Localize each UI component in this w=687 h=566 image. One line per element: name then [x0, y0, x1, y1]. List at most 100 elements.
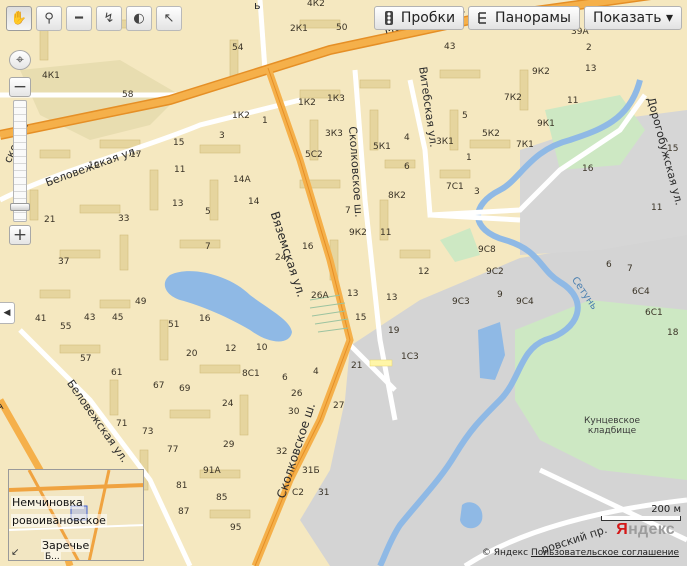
house-label: 8С1 — [242, 369, 260, 379]
house-label: 11 — [567, 96, 579, 106]
house-label: 14А — [233, 175, 251, 185]
house-label: 73 — [142, 427, 154, 437]
house-label: 6 — [606, 260, 612, 270]
house-label: 5 — [462, 111, 468, 121]
house-label: 4 — [313, 367, 319, 377]
house-label: 1 — [262, 116, 268, 126]
house-label: 1К3 — [327, 94, 345, 104]
house-label: 91А — [203, 466, 221, 476]
copyright: © Яндекс Пользовательское соглашение — [482, 548, 679, 558]
panorama-icon — [478, 12, 487, 24]
minimap[interactable]: Немчиновка ровоивановское Заречье Б... ↙ — [8, 469, 144, 561]
house-label: 20 — [186, 349, 198, 359]
minimap-label-nemchinovka: Немчиновка — [11, 496, 84, 509]
house-label: 31 — [318, 488, 330, 498]
house-label: С2 — [292, 488, 305, 498]
house-label: 11 — [651, 203, 663, 213]
house-label: 6С4 — [632, 287, 650, 297]
house-label: 50 — [336, 23, 348, 33]
house-label: 9С3 — [452, 297, 470, 307]
map-viewport[interactable]: 4К2 2К1 50 54 4К1 58 1К2 1К3 1К2 3 1 3К3… — [0, 0, 687, 566]
house-label: 11 — [380, 228, 392, 238]
house-label: 12 — [225, 344, 237, 354]
hand-icon[interactable]: ✋ — [6, 6, 32, 31]
house-label: 5К1 — [373, 142, 391, 152]
house-label: 9С2 — [486, 267, 504, 277]
house-label: 95 — [230, 523, 242, 533]
minimap-label-novoivanovskoe: ровоивановское — [11, 514, 107, 527]
panoramas-label: Панорамы — [495, 10, 571, 26]
compass-icon[interactable]: ⌖ — [9, 50, 31, 70]
house-label: 7К1 — [516, 140, 534, 150]
copyright-owner: © Яндекс — [481, 548, 529, 558]
house-label: 4К2 — [307, 0, 325, 9]
house-label: 18 — [667, 328, 679, 338]
house-label: 51 — [168, 320, 180, 330]
house-label: 26 — [291, 389, 303, 399]
scale-label: 200 м — [651, 504, 681, 515]
panoramas-button[interactable]: Панорамы — [468, 6, 580, 30]
globe-search-icon[interactable]: ◐ — [126, 6, 152, 31]
ruler-icon[interactable]: ━ — [66, 6, 92, 31]
pond-main — [164, 271, 292, 342]
house-label: 24 — [222, 399, 234, 409]
house-label: 61 — [111, 368, 123, 378]
show-dropdown[interactable]: Показать ▾ — [583, 6, 682, 30]
house-label: 4 — [404, 133, 410, 143]
house-label: 81 — [176, 481, 188, 491]
house-label: 57 — [80, 354, 92, 364]
yandex-logo[interactable]: Яндекс — [616, 521, 675, 539]
house-label: 58 — [122, 90, 134, 100]
house-label: 13 — [172, 199, 184, 209]
house-label: 7С1 — [446, 182, 464, 192]
house-label: 3К3 — [325, 129, 343, 139]
yellow-marker — [369, 359, 393, 367]
map-tools: ✋ ⚲ ━ ↯ ◐ ↖ — [6, 6, 182, 31]
traffic-light-icon — [384, 11, 393, 25]
house-label: 16 — [302, 242, 314, 252]
cemetery-label: Кунцевское кладбище — [584, 416, 640, 437]
house-label: 9К2 — [532, 67, 550, 77]
house-label: 27 — [333, 401, 345, 411]
house-label: 5С2 — [305, 150, 323, 160]
house-label: 4К1 — [42, 71, 60, 81]
house-label: 9 — [497, 290, 503, 300]
house-label: 11 — [174, 165, 186, 175]
house-label: 6 — [282, 373, 288, 383]
house-label: 1К2 — [298, 98, 316, 108]
house-label: 29 — [223, 440, 235, 450]
house-label: 13 — [386, 293, 398, 303]
minimap-label-zarechye: Заречье — [41, 539, 91, 552]
zoom-out-button[interactable]: − — [9, 77, 31, 97]
house-label: 21 — [44, 215, 56, 225]
house-label: 71 — [116, 419, 128, 429]
route-icon[interactable]: ↯ — [96, 6, 122, 31]
collapse-panel-button[interactable]: ◀ — [0, 302, 15, 324]
house-label: 3 — [474, 187, 480, 197]
house-label: 19 — [388, 326, 400, 336]
house-label: 9К1 — [537, 119, 555, 129]
house-label: 16 — [199, 314, 211, 324]
house-label: 13 — [347, 289, 359, 299]
house-label: 3 — [219, 131, 225, 141]
house-label: 37 — [58, 257, 70, 267]
house-label: 30 — [288, 407, 300, 417]
show-label: Показать ▾ — [592, 10, 673, 26]
house-label: 43 — [444, 42, 456, 52]
logo-first-letter: Я — [616, 521, 629, 538]
house-label: 14 — [248, 197, 260, 207]
traffic-button[interactable]: Пробки — [373, 6, 465, 30]
house-label: 26А — [311, 291, 329, 301]
zoom-slider[interactable] — [10, 100, 30, 222]
top-buttons: Пробки Панорамы Показать ▾ — [373, 6, 682, 30]
magnifier-icon[interactable]: ⚲ — [36, 6, 62, 31]
street-partial-top: ь — [254, 0, 261, 12]
zoom-slider-handle[interactable] — [10, 203, 30, 211]
zoom-in-button[interactable]: + — [9, 225, 31, 245]
house-label: 6 — [404, 162, 410, 172]
house-label: 10 — [256, 343, 268, 353]
expand-corner-icon[interactable]: ↙ — [11, 547, 19, 558]
cursor-question-icon[interactable]: ↖ — [156, 6, 182, 31]
house-label: 2 — [586, 43, 592, 53]
user-agreement-link[interactable]: Пользовательское соглашение — [531, 548, 679, 558]
